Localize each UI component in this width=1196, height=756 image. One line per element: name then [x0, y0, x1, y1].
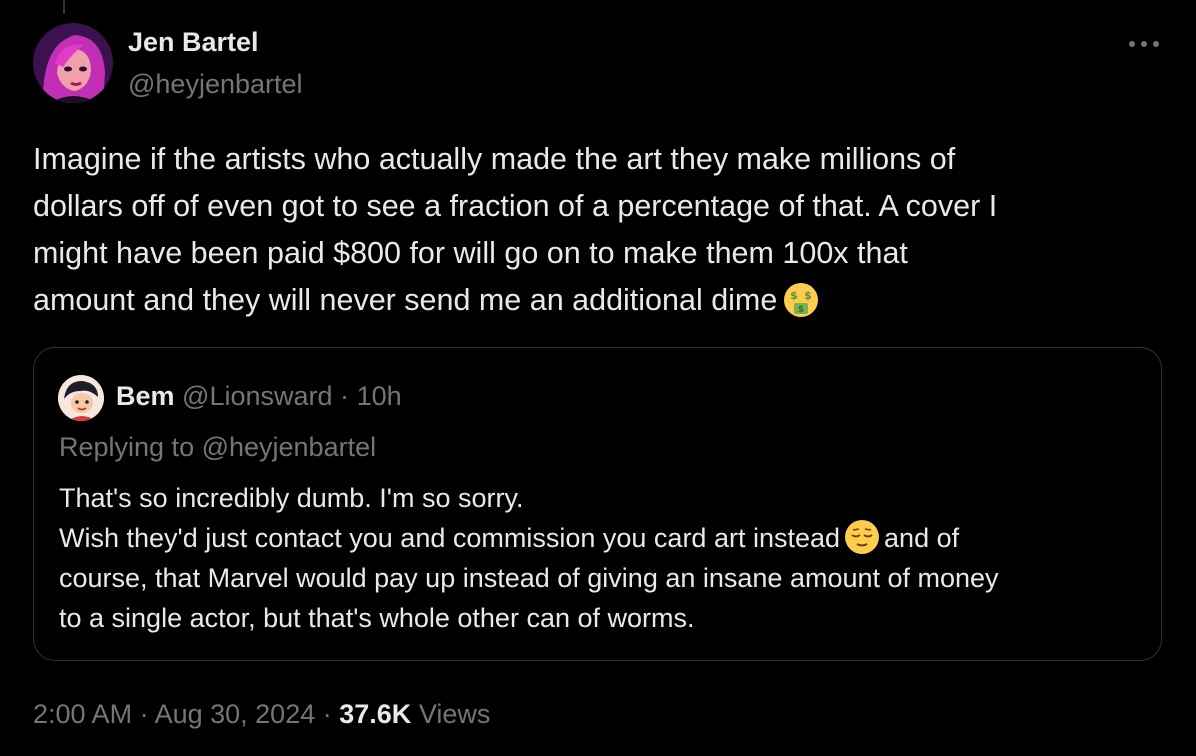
views-label: Views	[418, 699, 491, 729]
separator-dot: ·	[315, 699, 340, 729]
quoted-text-line: course, that Marvel would pay up instead…	[59, 563, 999, 593]
svg-text:$: $	[804, 289, 812, 302]
tweet-metadata: 2:00 AM · Aug 30, 2024 · 37.6K Views	[33, 699, 490, 730]
more-dot-icon	[1141, 41, 1147, 47]
quoted-author-name[interactable]: Bem	[116, 381, 175, 411]
tweet-text-line: Imagine if the artists who actually made…	[33, 142, 956, 176]
avatar-illustrated-woman-icon	[33, 23, 113, 103]
tweet-text-line: might have been paid $800 for will go on…	[33, 236, 908, 270]
avatar-anime-character-icon	[58, 375, 104, 421]
quoted-tweet-header: Bem @Lionsward · 10h	[116, 381, 402, 412]
tweet-text: Imagine if the artists who actually made…	[33, 136, 1163, 324]
quoted-text-line: That's so incredibly dumb. I'm so sorry.	[59, 483, 524, 513]
views-count[interactable]: 37.6K	[339, 699, 411, 729]
separator-dot: ·	[132, 699, 155, 729]
quoted-text-segment: and of	[884, 523, 960, 553]
author-handle[interactable]: @heyjenbartel	[128, 69, 303, 100]
author-name[interactable]: Jen Bartel	[128, 27, 259, 58]
quoted-author-avatar[interactable]	[58, 375, 104, 421]
quoted-tweet-text: That's so incredibly dumb. I'm so sorry.…	[59, 478, 1149, 638]
tweet-text-line-last: amount and they will never send me an ad…	[33, 277, 1163, 324]
author-avatar[interactable]	[33, 23, 113, 103]
more-dot-icon	[1129, 41, 1135, 47]
quoted-tweet-time[interactable]: 10h	[357, 381, 402, 411]
quoted-author-handle[interactable]: @Lionsward	[182, 381, 332, 411]
svg-text:$: $	[790, 289, 798, 302]
money-mouth-face-icon: $ $ $	[784, 283, 819, 317]
tweet-text-line: amount and they will never send me an ad…	[33, 283, 778, 317]
tweet-time[interactable]: 2:00 AM	[33, 699, 132, 729]
quoted-text-segment: Wish they'd just contact you and commiss…	[59, 523, 841, 553]
more-dot-icon	[1153, 41, 1159, 47]
quoted-text-line: to a single actor, but that's whole othe…	[59, 603, 695, 633]
relieved-face-icon	[845, 520, 880, 554]
tweet-date[interactable]: Aug 30, 2024	[155, 699, 316, 729]
replying-to-label: Replying to @heyjenbartel	[59, 432, 377, 462]
more-options-button[interactable]	[1122, 28, 1166, 58]
quoted-text-line-with-emoji: Wish they'd just contact you and commiss…	[59, 518, 1149, 558]
separator-dot: ·	[340, 381, 350, 411]
quoted-tweet-card[interactable]: Bem @Lionsward · 10h Replying to @heyjen…	[33, 347, 1162, 661]
svg-text:$: $	[798, 305, 804, 315]
thread-connector-line	[63, 0, 65, 14]
tweet-text-line: dollars off of even got to see a fractio…	[33, 189, 998, 223]
